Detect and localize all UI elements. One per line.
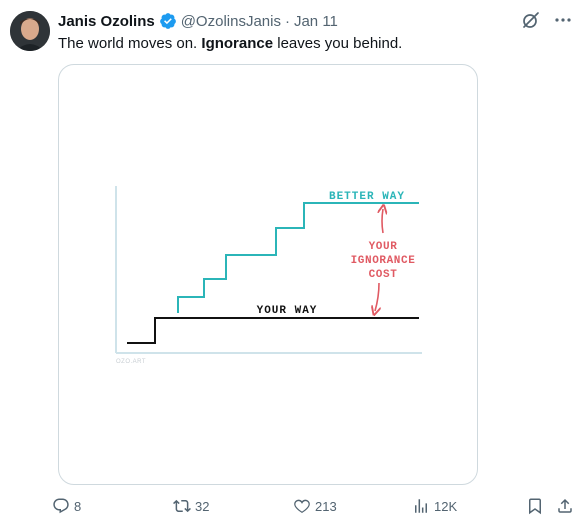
- like-icon: [294, 499, 310, 513]
- ignorance-graphic: BETTER WAY YOUR IGNORANCE COST YOUR WAY …: [115, 186, 422, 365]
- views-count: 12K: [434, 498, 458, 514]
- top-right-icons: [521, 10, 573, 30]
- your-way-line: [127, 317, 419, 344]
- reply-icon: [53, 498, 69, 514]
- views-button[interactable]: 12K: [412, 494, 457, 518]
- your-way-label: YOUR WAY: [257, 305, 318, 317]
- tweet-media[interactable]: BETTER WAY YOUR IGNORANCE COST YOUR WAY …: [58, 64, 478, 485]
- avatar-photo: [10, 11, 50, 51]
- bookmark-button[interactable]: [526, 494, 548, 518]
- author-handle[interactable]: @OzolinsJanis: [181, 13, 281, 30]
- views-icon: [415, 499, 427, 513]
- repost-button[interactable]: 32: [173, 494, 209, 518]
- avatar[interactable]: [10, 11, 50, 51]
- ignorance-arrow-down: [375, 282, 379, 311]
- more-icon[interactable]: [553, 10, 573, 30]
- ignorance-cost-line3: COST: [369, 269, 398, 281]
- action-bar: 8 32 213 12K: [52, 494, 577, 518]
- tweet-header: Janis Ozolins @OzolinsJanis · Jan 11: [58, 11, 338, 31]
- repost-count: 32: [195, 498, 210, 514]
- author-name[interactable]: Janis Ozolins: [58, 13, 155, 30]
- tweet-text: The world moves on. Ignorance leaves you…: [58, 34, 402, 54]
- better-way-label: BETTER WAY: [329, 191, 405, 203]
- like-button[interactable]: 213: [293, 494, 337, 518]
- verified-badge-icon: [159, 13, 176, 29]
- ignorance-cost-line1: YOUR: [369, 241, 398, 253]
- grok-icon[interactable]: [521, 10, 541, 30]
- like-count: 213: [315, 498, 337, 514]
- tweet-text-end: leaves you behind.: [273, 35, 403, 52]
- separator-dot: ·: [284, 12, 290, 30]
- reply-button[interactable]: 8: [52, 494, 81, 518]
- bookmark-icon: [529, 498, 541, 515]
- ignorance-arrow-up: [382, 209, 383, 234]
- reply-count: 8: [74, 498, 82, 514]
- tweet-text-bold: Ignorance: [201, 35, 274, 52]
- watermark: OZO.ART: [116, 359, 146, 365]
- ignorance-cost-line2: IGNORANCE: [351, 255, 416, 267]
- tweet-date[interactable]: Jan 11: [294, 13, 338, 30]
- better-way-stairs: [177, 202, 319, 313]
- share-button[interactable]: [556, 494, 578, 518]
- repost-icon: [173, 499, 191, 513]
- share-icon: [558, 498, 572, 513]
- tweet-text-start: The world moves on.: [58, 35, 202, 52]
